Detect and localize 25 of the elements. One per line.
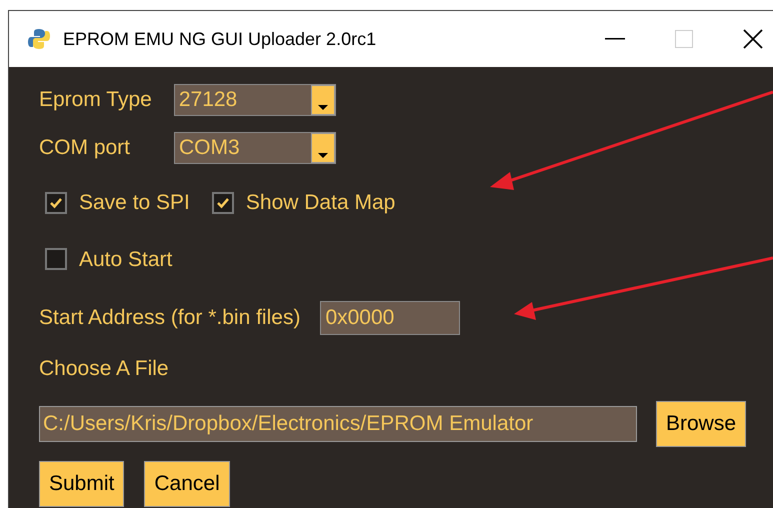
check-icon: [49, 196, 63, 209]
checkbox-label: Save to SPI: [79, 190, 190, 216]
form-button[interactable]: Cancel: [144, 460, 230, 506]
window-title: EPROM EMU NG GUI Uploader 2.0rc1: [63, 28, 376, 51]
checkbox[interactable]: [45, 248, 67, 270]
section-label: Choose A File: [39, 356, 170, 382]
file-path-field[interactable]: C:/Users/Kris/Dropbox/Electronics/EPROM Emulator: [39, 406, 637, 442]
dropdown[interactable]: 27128: [174, 84, 336, 116]
snake-logo-icon: [27, 27, 51, 51]
address-field[interactable]: 0x0000: [320, 301, 460, 335]
checkbox-label: Show Data Map: [246, 190, 396, 216]
caret-icon: [318, 105, 328, 110]
checkbox-label: Auto Start: [79, 246, 172, 272]
field-label: Start Address (for *.bin files): [39, 305, 300, 332]
checkbox[interactable]: [45, 192, 67, 214]
field-label: Eprom Type: [39, 87, 152, 114]
checkbox[interactable]: [212, 192, 234, 214]
form-button[interactable]: Submit: [39, 460, 124, 506]
caret-icon: [318, 153, 328, 158]
close-icon[interactable]: [743, 29, 763, 49]
check-icon: [216, 196, 230, 209]
minimize-icon[interactable]: [605, 38, 625, 40]
field-label: COM port: [39, 135, 130, 162]
browse-button[interactable]: Browse: [656, 400, 746, 446]
dropdown[interactable]: COM3: [174, 132, 336, 164]
